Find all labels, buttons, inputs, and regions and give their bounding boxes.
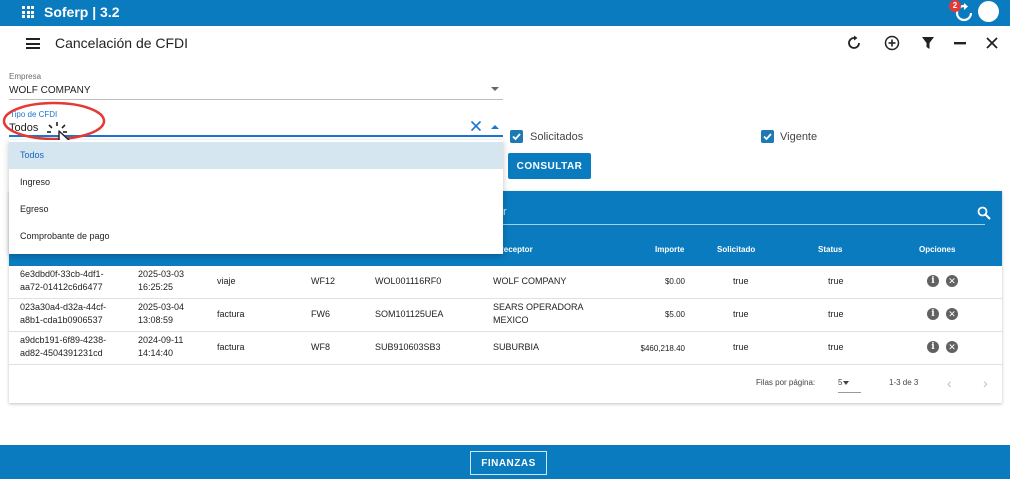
row-receptor: SUBURBIA bbox=[493, 342, 540, 352]
app-top-bar: Soferp | 3.2 2 bbox=[0, 0, 1010, 26]
row-status: true bbox=[828, 309, 844, 319]
row-date: 2025-03-03 bbox=[138, 269, 185, 279]
row-time: 14:14:40 bbox=[138, 348, 174, 358]
minimize-icon[interactable] bbox=[952, 35, 968, 51]
row-rfc: SOM101125UEA bbox=[375, 309, 444, 319]
dropdown-option-comprobante-pago[interactable]: Comprobante de pago bbox=[9, 223, 503, 250]
empresa-label: Empresa bbox=[9, 72, 42, 81]
row-date: 2025-03-04 bbox=[138, 302, 185, 312]
search-icon[interactable] bbox=[977, 206, 991, 220]
column-header-status[interactable]: Status bbox=[818, 245, 842, 254]
row-solicitado: true bbox=[733, 342, 749, 352]
row-date: 2024-09-11 bbox=[138, 335, 184, 345]
column-header-importe[interactable]: Importe bbox=[655, 245, 684, 254]
dropdown-option-egreso[interactable]: Egreso bbox=[9, 196, 503, 223]
row-solicitado: true bbox=[733, 309, 749, 319]
row-time: 16:25:25 bbox=[138, 282, 174, 292]
row-concepto: factura bbox=[217, 309, 245, 319]
search-input[interactable]: r bbox=[503, 206, 507, 218]
uuid-line-2: ad82-4504391231cd bbox=[20, 348, 103, 358]
reload-icon[interactable] bbox=[846, 35, 862, 51]
cancel-icon[interactable]: ✕ bbox=[946, 275, 958, 287]
row-time: 13:08:59 bbox=[138, 315, 174, 325]
row-receptor: WOLF COMPANY bbox=[493, 276, 567, 286]
dropdown-option-todos[interactable]: Todos bbox=[9, 142, 503, 169]
vigente-label: Vigente bbox=[780, 131, 818, 143]
row-importe: $5.00 bbox=[664, 310, 685, 319]
rows-per-page-underline bbox=[838, 392, 861, 393]
page-header: Cancelación de CFDI bbox=[0, 26, 1010, 62]
row-serie: FW6 bbox=[311, 309, 330, 319]
solicitados-label: Solicitados bbox=[530, 131, 584, 143]
rows-per-page-label: Filas por página: bbox=[756, 378, 816, 387]
row-rfc: SUB910603SB3 bbox=[375, 342, 441, 352]
row-rfc: WOL001116RF0 bbox=[375, 276, 442, 286]
close-icon[interactable] bbox=[984, 35, 1000, 51]
row-status: true bbox=[828, 276, 844, 286]
uuid-line-1: 023a30a4-d32a-44cf- bbox=[20, 302, 107, 312]
rows-per-page-select[interactable]: 5 bbox=[838, 378, 842, 387]
row-concepto: viaje bbox=[217, 276, 236, 286]
cancel-icon[interactable]: ✕ bbox=[946, 341, 958, 353]
dropdown-option-ingreso[interactable]: Ingreso bbox=[9, 169, 503, 196]
row-importe: $0.00 bbox=[664, 277, 685, 286]
chevron-left-icon[interactable]: ‹ bbox=[947, 375, 952, 391]
info-icon[interactable]: i bbox=[927, 341, 939, 353]
notification-badge: 2 bbox=[949, 0, 961, 12]
menu-icon[interactable] bbox=[26, 38, 40, 49]
tipo-cfdi-dropdown: Todos Ingreso Egreso Comprobante de pago bbox=[9, 140, 503, 254]
table-row[interactable]: 6e3dbd0f-33cb-4df1- aa72-01412c6d6477 20… bbox=[9, 266, 1002, 299]
chevron-down-icon[interactable] bbox=[843, 381, 849, 385]
apps-icon[interactable] bbox=[22, 6, 34, 18]
chevron-down-icon[interactable] bbox=[491, 87, 499, 91]
row-importe: $460,218.40 bbox=[640, 344, 686, 353]
row-solicitado: true bbox=[733, 276, 749, 286]
pagination-range: 1-3 de 3 bbox=[889, 378, 919, 387]
column-header-receptor[interactable]: Receptor bbox=[498, 245, 533, 254]
consultar-button[interactable]: CONSULTAR bbox=[508, 153, 591, 179]
row-serie: WF12 bbox=[311, 276, 336, 286]
table-row[interactable]: 023a30a4-d32a-44cf- a8b1-cda1b0906537 20… bbox=[9, 299, 1002, 332]
row-serie: WF8 bbox=[311, 342, 330, 352]
clear-icon[interactable] bbox=[470, 120, 482, 132]
uuid-line-2: aa72-01412c6d6477 bbox=[20, 282, 103, 292]
page-title: Cancelación de CFDI bbox=[55, 35, 189, 51]
column-header-solicitado[interactable]: Solicitado bbox=[717, 245, 755, 254]
table-row[interactable]: a9dcb191-6f89-4238- ad82-4504391231cd 20… bbox=[9, 332, 1002, 365]
empresa-select[interactable]: WOLF COMPANY bbox=[9, 85, 90, 96]
cancel-icon[interactable]: ✕ bbox=[946, 308, 958, 320]
row-status: true bbox=[828, 342, 844, 352]
avatar[interactable] bbox=[978, 1, 999, 22]
search-underline bbox=[503, 224, 985, 225]
filter-icon[interactable] bbox=[920, 35, 936, 51]
column-header-opciones: Opciones bbox=[919, 245, 956, 254]
uuid-line-1: a9dcb191-6f89-4238- bbox=[20, 335, 107, 345]
app-title: Soferp | 3.2 bbox=[44, 4, 120, 20]
finanzas-button[interactable]: FINANZAS bbox=[470, 451, 547, 475]
row-receptor-line-2: MEXICO bbox=[493, 315, 529, 325]
chevron-right-icon[interactable]: › bbox=[983, 375, 988, 391]
solicitados-checkbox[interactable] bbox=[510, 130, 523, 143]
bottom-bar: FINANZAS bbox=[0, 445, 1010, 479]
uuid-line-1: 6e3dbd0f-33cb-4df1- bbox=[20, 269, 104, 279]
add-circle-icon[interactable] bbox=[884, 35, 900, 51]
row-concepto: factura bbox=[217, 342, 245, 352]
chevron-up-icon[interactable] bbox=[491, 125, 499, 129]
row-receptor: SEARS OPERADORA bbox=[493, 302, 584, 312]
info-icon[interactable]: i bbox=[927, 275, 939, 287]
vigente-checkbox[interactable] bbox=[761, 130, 774, 143]
uuid-line-2: a8b1-cda1b0906537 bbox=[20, 315, 103, 325]
info-icon[interactable]: i bbox=[927, 308, 939, 320]
